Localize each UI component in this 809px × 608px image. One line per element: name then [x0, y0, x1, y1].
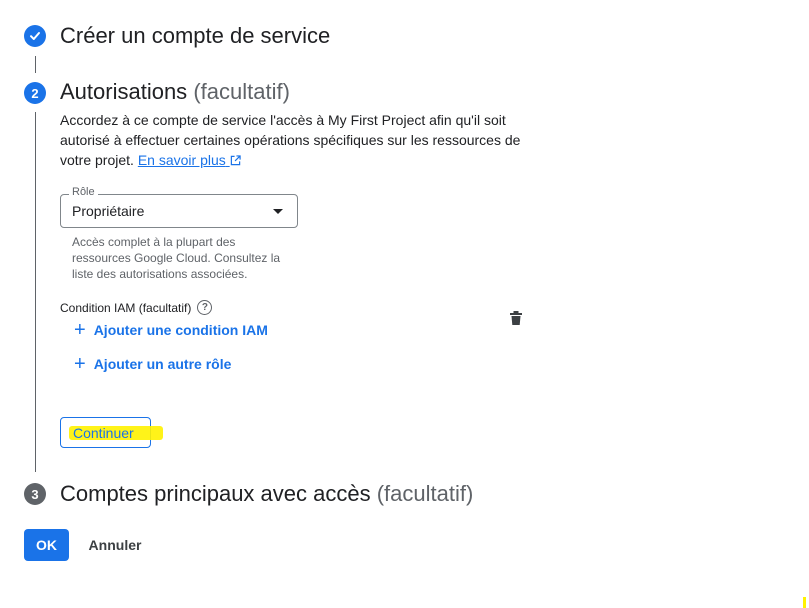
role-select-label: Rôle — [69, 186, 98, 198]
step-2-title: Autorisations (facultatif) — [60, 79, 290, 105]
ok-button[interactable]: OK — [24, 529, 69, 561]
step-3-optional-text: (facultatif) — [376, 481, 474, 506]
trash-icon[interactable] — [508, 310, 524, 326]
step-2-content-line — [35, 112, 36, 472]
add-role-label: Ajouter un autre rôle — [93, 356, 232, 372]
external-link-icon — [230, 155, 241, 166]
step-3-title-text: Comptes principaux avec accès — [60, 481, 371, 506]
role-select[interactable]: Rôle Propriétaire — [60, 186, 298, 228]
step-2-number: 2 — [24, 82, 46, 104]
permissions-description: Accordez à ce compte de service l'accès … — [60, 110, 540, 170]
description-text: Accordez à ce compte de service l'accès … — [60, 112, 521, 168]
step-2-number-text: 2 — [31, 85, 39, 101]
step-1-check-icon — [24, 25, 46, 47]
step-1-title[interactable]: Créer un compte de service — [60, 23, 330, 49]
role-select-value: Propriétaire — [72, 203, 145, 219]
continue-label: Continuer — [73, 425, 134, 441]
step-3-title[interactable]: Comptes principaux avec accès (facultati… — [60, 481, 473, 507]
cancel-label: Annuler — [88, 537, 142, 553]
plus-icon: + — [74, 353, 86, 375]
learn-more-label: En savoir plus — [137, 152, 226, 168]
help-icon[interactable]: ? — [197, 300, 213, 315]
step-2-optional-text: (facultatif) — [193, 79, 290, 104]
step-3-number: 3 — [24, 483, 46, 505]
plus-icon: + — [74, 319, 86, 341]
iam-condition-label: Condition IAM (facultatif) ? — [60, 300, 213, 315]
continue-button[interactable]: Continuer — [60, 417, 163, 448]
step-3-number-text: 3 — [31, 486, 39, 502]
dropdown-arrow-icon — [273, 209, 283, 214]
add-iam-condition-button[interactable]: + Ajouter une condition IAM — [74, 320, 268, 340]
iam-condition-text: Condition IAM (facultatif) — [60, 300, 192, 315]
step-2-title-text: Autorisations — [60, 79, 188, 104]
step-1-title-text: Créer un compte de service — [60, 23, 331, 48]
add-role-button[interactable]: + Ajouter un autre rôle — [74, 354, 231, 374]
role-hint: Accès complet à la plupart des ressource… — [72, 235, 281, 281]
check-icon — [30, 32, 40, 40]
step-connector — [35, 56, 36, 73]
add-iam-condition-label: Ajouter une condition IAM — [93, 322, 268, 338]
highlighter-mark — [803, 597, 806, 608]
ok-label: OK — [36, 537, 57, 553]
cancel-button[interactable]: Annuler — [80, 529, 150, 561]
learn-more-link[interactable]: En savoir plus — [138, 152, 241, 168]
